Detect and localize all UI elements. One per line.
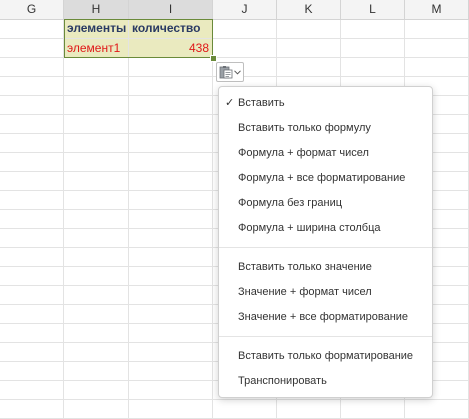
cell-i1[interactable]: количество [129, 19, 212, 38]
grid-line [212, 20, 213, 419]
menu-item-value-number-format[interactable]: Значение + формат чисел [219, 280, 432, 304]
fill-handle[interactable] [210, 55, 217, 62]
paste-options-button[interactable] [216, 62, 244, 82]
menu-divider [219, 336, 432, 337]
column-header-m[interactable]: M [405, 0, 469, 19]
cell-h1[interactable]: элементы [64, 19, 128, 38]
column-header-row: G H I J K L M [0, 0, 469, 20]
menu-item-formula-number-format[interactable]: Формула + формат чисел [219, 141, 432, 165]
menu-item-paste-formatting-only[interactable]: Вставить только форматирование [219, 344, 432, 368]
menu-divider [219, 247, 432, 248]
menu-item-formula-all-formatting[interactable]: Формула + все форматирование [219, 166, 432, 190]
menu-item-label: Вставить [238, 97, 285, 109]
menu-item-value-all-formatting[interactable]: Значение + все форматирование [219, 305, 432, 329]
cell-h2[interactable]: элемент1 [64, 39, 128, 58]
checkmark-icon: ✓ [225, 97, 235, 109]
menu-item-paste-value-only[interactable]: Вставить только значение [219, 255, 432, 279]
clipboard-icon [219, 65, 233, 79]
column-header-k[interactable]: K [277, 0, 341, 19]
menu-item-paste-formula-only[interactable]: Вставить только формулу [219, 116, 432, 140]
column-header-h[interactable]: H [64, 0, 129, 19]
column-header-l[interactable]: L [341, 0, 405, 19]
chevron-down-icon [234, 69, 241, 75]
menu-item-paste[interactable]: ✓ Вставить [219, 91, 432, 115]
menu-item-formula-no-borders[interactable]: Формула без границ [219, 191, 432, 215]
column-header-g[interactable]: G [0, 0, 64, 19]
paste-special-menu: ✓ Вставить Вставить только формулу Форму… [218, 86, 433, 398]
column-header-j[interactable]: J [213, 0, 277, 19]
grid-line [128, 20, 129, 419]
menu-item-transpose[interactable]: Транспонировать [219, 369, 432, 393]
cell-i2[interactable]: 438 [129, 39, 212, 58]
grid-line [63, 20, 64, 419]
menu-item-formula-column-width[interactable]: Формула + ширина столбца [219, 216, 432, 240]
spreadsheet-grid[interactable]: G H I J K L M элементы количество элемен… [0, 0, 469, 419]
grid-line [0, 399, 469, 400]
column-header-i[interactable]: I [129, 0, 213, 19]
